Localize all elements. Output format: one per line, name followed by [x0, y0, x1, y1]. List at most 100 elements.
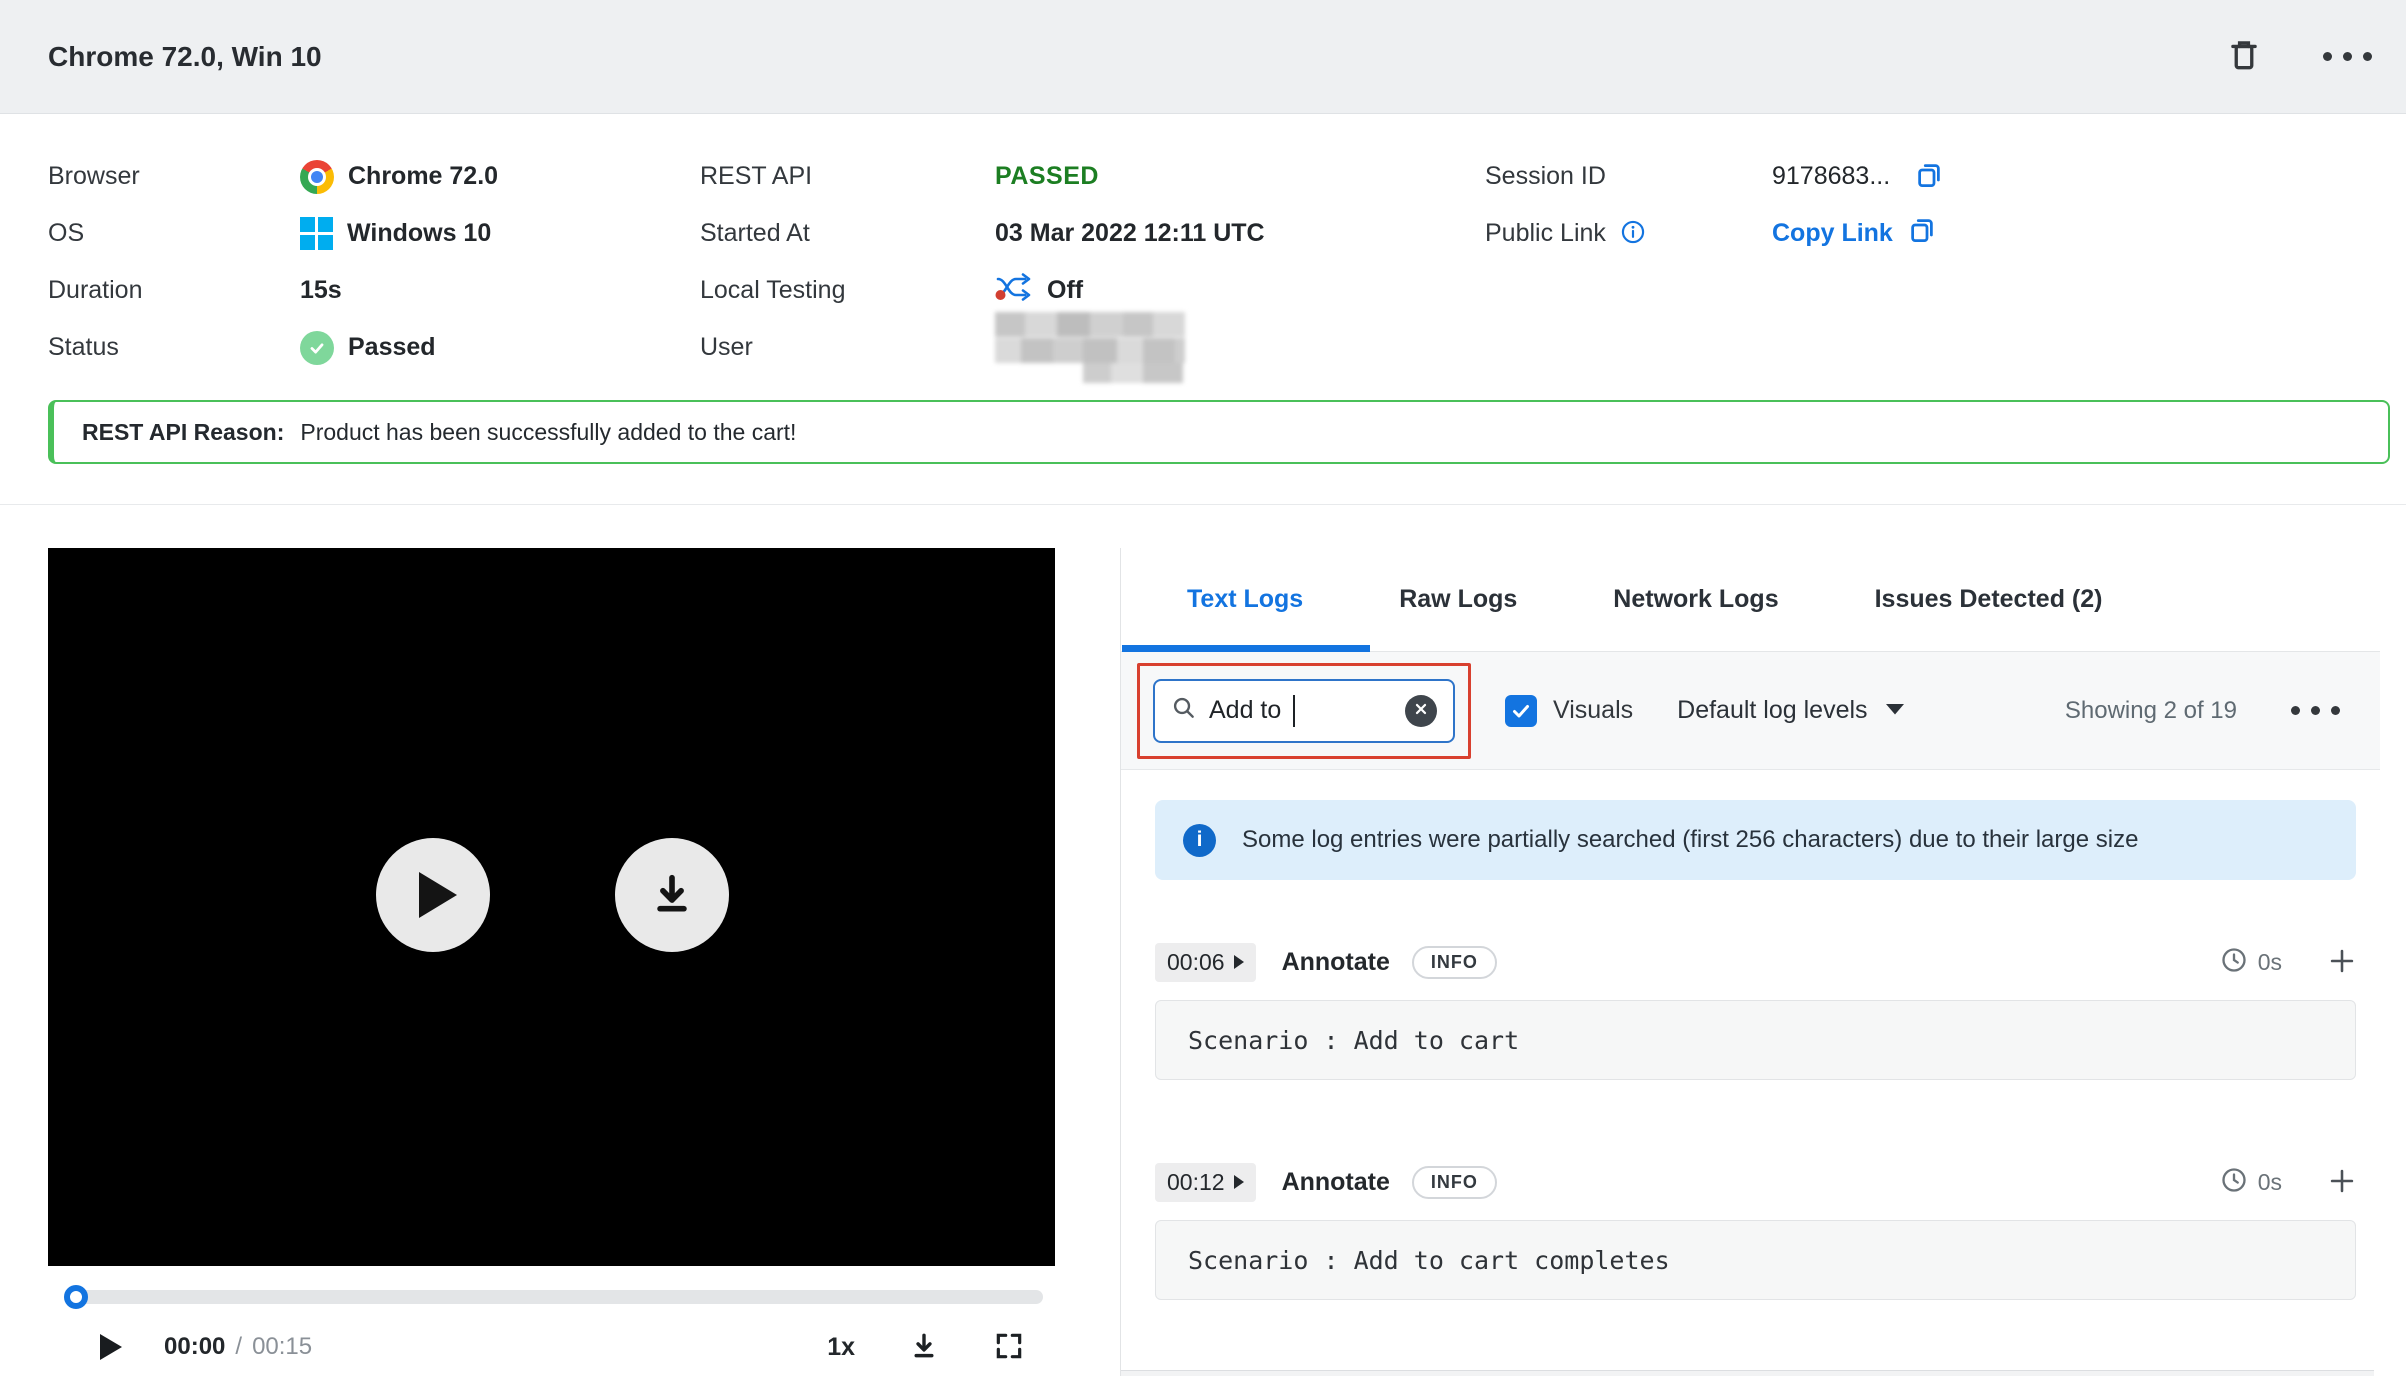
duration-value: 15s — [300, 276, 342, 304]
video-surface[interactable] — [48, 548, 1055, 1266]
windows-icon — [300, 217, 333, 250]
log-levels-label: Default log levels — [1677, 696, 1868, 724]
play-icon — [419, 872, 457, 918]
header-actions — [2225, 36, 2372, 77]
copy-link-icon — [1907, 215, 1937, 252]
log-levels-dropdown[interactable]: Default log levels — [1677, 696, 1904, 725]
tab-issues-detected[interactable]: Issues Detected (2) — [1875, 585, 2103, 614]
controls-play-button[interactable] — [100, 1334, 122, 1360]
visuals-label[interactable]: Visuals — [1553, 696, 1633, 725]
log-entry: 00:06 Annotate INFO 0s Scenario: Add to… — [1155, 932, 2356, 1080]
controls-download-button[interactable] — [907, 1329, 941, 1366]
log-timestamp-chip[interactable]: 00:06 — [1155, 942, 1256, 982]
info-row-started-at: Started At 03 Mar 2022 12:11 UTC — [700, 205, 1265, 262]
current-time: 00:00 — [164, 1333, 226, 1360]
visuals-toggle[interactable]: Visuals — [1505, 694, 1633, 727]
info-row-user: User — [700, 312, 1265, 383]
video-progress-track[interactable] — [64, 1285, 1043, 1309]
log-entry-header: 00:06 Annotate INFO 0s — [1155, 932, 2356, 992]
log-action: Annotate — [1281, 947, 1390, 976]
public-link-info-button[interactable] — [1620, 219, 1646, 248]
log-code-text: Scenario : Add to cart completes — [1188, 1245, 1670, 1275]
log-action: Annotate — [1281, 1167, 1390, 1196]
logs-panel: Text Logs Raw Logs Network Logs Issues D… — [1120, 548, 2380, 1376]
info-icon: i — [1183, 823, 1216, 857]
logs-tabs: Text Logs Raw Logs Network Logs Issues D… — [1121, 548, 2380, 652]
more-options-button[interactable] — [2323, 52, 2372, 61]
playback-speed-button[interactable]: 1x — [827, 1333, 855, 1362]
download-icon — [646, 868, 698, 923]
partial-search-notice: i Some log entries were partially search… — [1155, 800, 2356, 880]
log-entry-header: 00:12 Annotate INFO 0s — [1155, 1152, 2356, 1212]
add-icon — [2328, 947, 2356, 978]
time-display: 00:00 / 00:15 — [164, 1333, 312, 1361]
video-play-button[interactable] — [376, 838, 490, 952]
tab-raw-logs[interactable]: Raw Logs — [1399, 585, 1517, 614]
logs-more-options-button[interactable] — [2291, 706, 2340, 715]
log-duration: 0s — [2257, 1168, 2282, 1195]
clear-search-button[interactable] — [1405, 694, 1437, 727]
tab-network-logs[interactable]: Network Logs — [1613, 585, 1778, 614]
log-timestamp-chip[interactable]: 00:12 — [1155, 1162, 1256, 1202]
chrome-icon — [300, 159, 334, 194]
search-highlight-annotation: Add to — [1137, 662, 1471, 759]
passed-check-icon — [300, 330, 334, 365]
log-level-badge: INFO — [1411, 1165, 1497, 1199]
clock-icon — [2220, 946, 2248, 979]
log-time: 00:12 — [1167, 1168, 1225, 1195]
video-progress-row — [48, 1280, 1055, 1320]
search-icon — [1171, 695, 1197, 726]
add-annotation-button[interactable] — [2328, 1167, 2356, 1198]
log-duration: 0s — [2257, 948, 2282, 975]
section-divider — [0, 504, 2406, 505]
tab-text-logs[interactable]: Text Logs — [1187, 585, 1303, 614]
video-progress-handle[interactable] — [64, 1285, 88, 1309]
session-detail-page: Chrome 72.0, Win 10 Browser Chrome 72.0 — [0, 0, 2406, 1376]
session-id-value: 9178683... — [1772, 162, 1891, 190]
delete-session-button[interactable] — [2225, 36, 2263, 77]
info-row-public-link: Public Link Copy Link — [1485, 205, 1944, 262]
active-tab-underline — [1122, 645, 1370, 652]
local-testing-label: Local Testing — [700, 276, 846, 304]
add-annotation-button[interactable] — [2328, 947, 2356, 978]
local-testing-value: Off — [1047, 276, 1084, 304]
add-icon — [2328, 1167, 2356, 1198]
log-time: 00:06 — [1167, 948, 1225, 975]
browser-label: Browser — [48, 162, 140, 190]
more-options-icon — [2323, 52, 2372, 61]
video-download-button[interactable] — [615, 838, 729, 952]
text-cursor — [1293, 694, 1296, 727]
fullscreen-button[interactable] — [993, 1330, 1025, 1365]
delete-icon — [2225, 36, 2263, 77]
status-value: Passed — [348, 333, 436, 361]
seek-play-icon — [1233, 955, 1244, 969]
os-label: OS — [48, 219, 85, 247]
duration-label: Duration — [48, 276, 143, 304]
more-options-icon — [2291, 706, 2340, 715]
session-header: Chrome 72.0, Win 10 — [0, 0, 2406, 114]
reason-text: Product has been successfully added to t… — [300, 418, 797, 445]
search-value: Add to — [1209, 696, 1282, 724]
checkbox-checked-icon[interactable] — [1505, 694, 1537, 727]
copy-link-button[interactable]: Copy Link — [1772, 219, 1893, 248]
rest-api-reason-banner: REST API Reason: Product has been succes… — [48, 400, 2390, 464]
notice-text: Some log entries were partially searched… — [1242, 826, 2139, 853]
search-input[interactable]: Add to — [1153, 678, 1455, 743]
copy-icon — [1914, 160, 1944, 193]
info-column-run: REST API PASSED Started At 03 Mar 2022 1… — [700, 148, 1265, 383]
log-level-badge: INFO — [1411, 945, 1497, 979]
results-count: Showing 2 of 19 — [2064, 696, 2237, 724]
log-code-block: Scenario : Add to cart completes — [1155, 1220, 2356, 1300]
log-code-block: Scenario : Add to cart — [1155, 1000, 2356, 1080]
video-controls: 00:00 / 00:15 1x — [48, 1320, 1055, 1374]
session-info: Browser Chrome 72.0 OS Windows 10 Durati… — [0, 114, 2406, 400]
caret-down-icon — [1885, 702, 1904, 720]
info-row-status: Status Passed — [48, 319, 498, 376]
local-testing-icon — [995, 272, 1033, 309]
video-player: 00:00 / 00:15 1x — [48, 548, 1055, 1374]
info-column-links: Session ID 9178683... Public Link Copy L… — [1485, 148, 1944, 262]
session-title: Chrome 72.0, Win 10 — [48, 40, 322, 72]
copy-session-id-button[interactable] — [1914, 160, 1944, 193]
time-separator: / — [235, 1333, 243, 1360]
rest-api-label: REST API — [700, 162, 813, 190]
